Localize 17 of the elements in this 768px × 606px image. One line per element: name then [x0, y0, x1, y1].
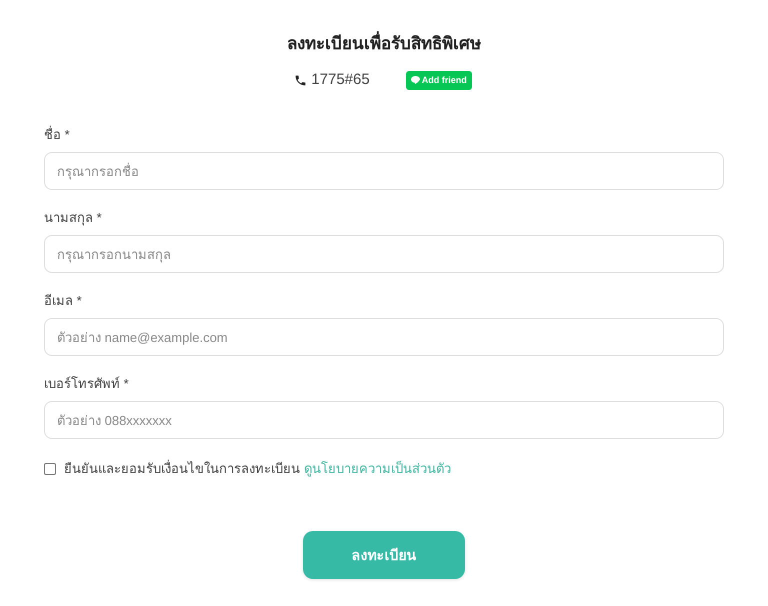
- field-label: ชื่อ *: [44, 125, 70, 144]
- phone-number: 1775#65: [311, 70, 370, 90]
- register-button[interactable]: ลงทะเบียน: [303, 531, 465, 579]
- field-label: เบอร์โทรศัพท์ *: [44, 375, 129, 393]
- consent-checkbox[interactable]: [44, 463, 56, 475]
- input-field[interactable]: กรุณากรอกนามสกุล: [44, 235, 724, 273]
- field-label: นามสกุล *: [44, 209, 102, 228]
- form-title: ลงทะเบียนเพื่อรับสิทธิพิเศษ: [287, 31, 481, 57]
- phone-icon: [294, 74, 308, 86]
- input-field[interactable]: ตัวอย่าง name@example.com: [44, 318, 724, 356]
- chat-bubble-icon: [410, 76, 420, 84]
- field-label: อีเมล *: [44, 292, 82, 310]
- consent-text: ยืนยันและยอมรับเงื่อนไขในการลงทะเบียน: [64, 459, 300, 478]
- input-field[interactable]: ตัวอย่าง 088xxxxxxx: [44, 401, 724, 439]
- input-field[interactable]: กรุณากรอกชื่อ: [44, 152, 724, 190]
- add-friend-button[interactable]: Add friend: [406, 70, 472, 90]
- privacy-policy-link[interactable]: ดูนโยบายความเป็นส่วนตัว: [304, 459, 451, 479]
